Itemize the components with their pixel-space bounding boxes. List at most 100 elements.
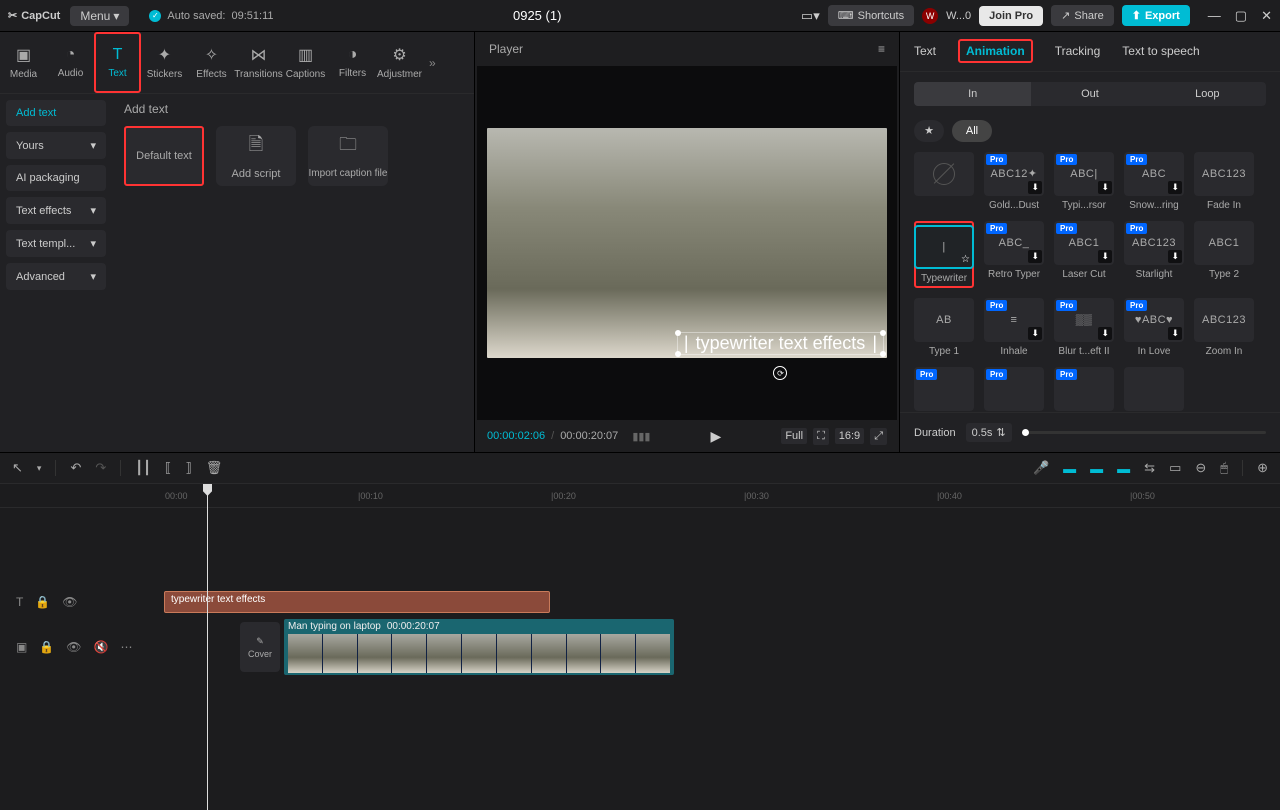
nav-adjustmer[interactable]: ⚙Adjustmer	[376, 32, 423, 93]
sidebar-item-text-templ-[interactable]: Text templ...▾	[6, 230, 106, 257]
project-title[interactable]: 0925 (1)	[274, 8, 801, 23]
card-default-text[interactable]: Default text	[124, 126, 204, 186]
selection-handle[interactable]	[880, 330, 886, 336]
stepper-icon[interactable]: ⇅	[996, 426, 1005, 439]
animation-gold-dust[interactable]: ProABC12✦⬇Gold...Dust	[984, 152, 1044, 211]
nav-captions[interactable]: ▥Captions	[282, 32, 329, 93]
tracks-area[interactable]: T 🔒 👁 typewriter text effects ▣ 🔒 👁 🔇 ⋯ …	[0, 508, 1280, 810]
tab-animation[interactable]: Animation	[958, 39, 1033, 63]
slider-thumb[interactable]	[1022, 429, 1029, 436]
lock-icon[interactable]: 🔒	[35, 595, 50, 609]
maximize-button[interactable]: ▢	[1235, 8, 1247, 24]
preview-icon[interactable]: ▭	[1169, 460, 1181, 476]
minimize-button[interactable]: —	[1208, 8, 1221, 24]
all-filter-button[interactable]: All	[952, 120, 992, 142]
nav-more-icon[interactable]: »	[423, 32, 442, 93]
favorite-icon[interactable]: ☆	[961, 254, 970, 265]
undo-icon[interactable]: ↶	[70, 460, 81, 476]
shortcuts-button[interactable]: ⌨Shortcuts	[828, 5, 914, 26]
animation-starlight[interactable]: ProABC123⬇Starlight	[1124, 221, 1184, 288]
text-clip[interactable]: typewriter text effects	[164, 591, 550, 613]
animation-type-1[interactable]: ABType 1	[914, 298, 974, 357]
link-icon[interactable]: ⇆	[1144, 460, 1155, 476]
redo-icon[interactable]: ↷	[95, 460, 106, 476]
menu-button[interactable]: Menu ▾	[70, 6, 129, 26]
video-clip[interactable]: Man typing on laptop 00:00:20:07	[284, 619, 674, 675]
mute-icon[interactable]: 🔇	[94, 640, 109, 654]
animation-none[interactable]	[1124, 367, 1184, 412]
share-button[interactable]: ↗Share	[1051, 5, 1114, 26]
eye-icon[interactable]: 👁	[62, 595, 77, 609]
card-import-caption-file[interactable]: 🗀Import caption file	[308, 126, 388, 186]
magnet-left-icon[interactable]: ▬	[1063, 461, 1076, 476]
sidebar-item-yours[interactable]: Yours▾	[6, 132, 106, 159]
delete-icon[interactable]: 🗑	[206, 460, 223, 476]
ratio-button[interactable]: 16:9	[835, 428, 864, 444]
sidebar-item-ai-packaging[interactable]: AI packaging	[6, 165, 106, 191]
animation-blur-t-eft-ii[interactable]: Pro▒▒⬇Blur t...eft II	[1054, 298, 1114, 357]
magnet-right-icon[interactable]: ▬	[1117, 461, 1130, 476]
nav-filters[interactable]: ◑Filters	[329, 32, 376, 93]
sidebar-item-text-effects[interactable]: Text effects▾	[6, 197, 106, 224]
animation-retro-typer[interactable]: ProABC_⬇Retro Typer	[984, 221, 1044, 288]
player-canvas[interactable]: typewriter text effects ⟳	[477, 66, 897, 420]
animation-none[interactable]: Pro	[914, 367, 974, 412]
eye-icon[interactable]: 👁	[66, 640, 81, 654]
zoom-fit-timeline-icon[interactable]: ⊕	[1257, 460, 1268, 476]
rotate-handle[interactable]: ⟳	[773, 366, 787, 380]
user-avatar[interactable]: W	[922, 8, 938, 24]
timeline[interactable]: 00:00|00:10|00:20|00:30|00:40|00:50 T 🔒 …	[0, 484, 1280, 810]
lock-icon[interactable]: 🔒	[39, 640, 54, 654]
nav-text[interactable]: TText	[94, 32, 141, 93]
play-button[interactable]: ▶	[711, 428, 722, 445]
export-button[interactable]: ⬆Export	[1122, 5, 1190, 26]
more-icon[interactable]: ⋯	[120, 640, 132, 654]
animation-typi-rsor[interactable]: ProABC|⬇Typi...rsor	[1054, 152, 1114, 211]
nav-audio[interactable]: ◔Audio	[47, 32, 94, 93]
subtab-out[interactable]: Out	[1031, 82, 1148, 106]
playhead[interactable]	[207, 484, 208, 810]
player-menu-icon[interactable]: ≡	[878, 42, 885, 56]
animation-none[interactable]: Pro	[1054, 367, 1114, 412]
zoom-fit-icon[interactable]: ⛶	[813, 428, 829, 445]
tab-tracking[interactable]: Tracking	[1055, 42, 1101, 60]
nav-effects[interactable]: ✧Effects	[188, 32, 235, 93]
nav-stickers[interactable]: ✦Stickers	[141, 32, 188, 93]
animation-inhale[interactable]: Pro≡⬇Inhale	[984, 298, 1044, 357]
zoom-out-icon[interactable]: ⊖	[1195, 460, 1206, 476]
expand-icon[interactable]: ⤢	[870, 428, 887, 445]
trim-right-icon[interactable]: ⟧	[185, 460, 191, 476]
timeline-ruler[interactable]: 00:00|00:10|00:20|00:30|00:40|00:50	[0, 484, 1280, 508]
sidebar-item-add-text[interactable]: Add text	[6, 100, 106, 126]
animation-zoom-in[interactable]: ABC123Zoom In	[1194, 298, 1254, 357]
tab-text-to-speech[interactable]: Text to speech	[1122, 42, 1199, 60]
animation-typewriter[interactable]: |☆Typewriter	[914, 221, 974, 288]
cover-button[interactable]: ✎ Cover	[240, 622, 280, 672]
subtab-loop[interactable]: Loop	[1149, 82, 1266, 106]
split-icon[interactable]: ┃┃	[135, 460, 151, 476]
volume-icon[interactable]: ▮▮▮	[632, 430, 650, 443]
animation-laser-cut[interactable]: ProABC1⬇Laser Cut	[1054, 221, 1114, 288]
animation-fade-in[interactable]: ABC123Fade In	[1194, 152, 1254, 211]
duration-input[interactable]: 0.5s ⇅	[966, 423, 1012, 442]
trim-left-icon[interactable]: ⟦	[165, 460, 171, 476]
card-add-script[interactable]: 🗎Add script	[216, 126, 296, 186]
nav-media[interactable]: ▣Media	[0, 32, 47, 93]
selection-handle[interactable]	[675, 330, 681, 336]
text-overlay[interactable]: typewriter text effects ⟳	[677, 332, 884, 355]
join-pro-button[interactable]: Join Pro	[979, 6, 1043, 26]
tab-text[interactable]: Text	[914, 42, 936, 60]
selection-tool-icon[interactable]: ↖	[12, 460, 23, 476]
duration-slider[interactable]	[1022, 431, 1266, 434]
animation-type-2[interactable]: ABC1Type 2	[1194, 221, 1254, 288]
animation-none[interactable]: Pro	[984, 367, 1044, 412]
selection-handle[interactable]	[675, 351, 681, 357]
mouse-icon[interactable]: 🖱	[1220, 460, 1228, 476]
nav-transitions[interactable]: ⋈Transitions	[235, 32, 282, 93]
close-button[interactable]: ✕	[1261, 8, 1272, 24]
magnet-center-icon[interactable]: ▬	[1090, 461, 1103, 476]
mic-icon[interactable]: 🎤	[1033, 460, 1049, 476]
animation-none[interactable]	[914, 152, 974, 211]
selection-handle[interactable]	[880, 351, 886, 357]
chevron-down-icon[interactable]: ▾	[37, 463, 42, 474]
